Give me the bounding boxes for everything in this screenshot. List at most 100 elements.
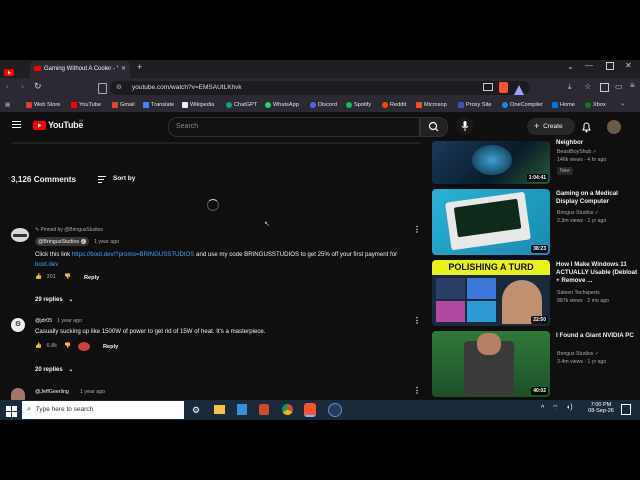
tray-overflow-icon[interactable]: ^ bbox=[541, 405, 544, 412]
chevron-down-icon: ⌄ bbox=[68, 297, 74, 303]
notifications-center-icon[interactable] bbox=[621, 404, 631, 415]
minimize-icon[interactable]: — bbox=[585, 61, 593, 70]
more-bookmarks-icon[interactable]: » bbox=[621, 98, 624, 112]
bookmark-onecompiler[interactable]: OneCompiler bbox=[502, 98, 543, 112]
video-title[interactable]: How I Make Windows 11 ACTUALLY Usable (D… bbox=[556, 261, 638, 286]
video-channel[interactable]: Bringus Studios ✓ bbox=[557, 210, 639, 217]
back-icon[interactable]: ‹ bbox=[6, 81, 9, 91]
brave-taskbar-icon[interactable] bbox=[304, 403, 316, 417]
comment-time[interactable]: 1 year ago bbox=[80, 389, 105, 395]
bootdev-link[interactable]: boot.dev bbox=[35, 261, 58, 268]
app-icon[interactable] bbox=[259, 404, 269, 415]
youtube-logo-icon[interactable] bbox=[33, 121, 46, 130]
tab-list-icon[interactable]: ⌄ bbox=[567, 62, 574, 71]
comment-text: Casually sucking up like 1500W of power … bbox=[35, 328, 266, 335]
search-input[interactable]: Search bbox=[168, 117, 420, 137]
reload-icon[interactable]: ↻ bbox=[34, 81, 42, 92]
site-info-icon[interactable]: ⚙ bbox=[116, 81, 122, 95]
youtube-tab-icon[interactable] bbox=[4, 64, 14, 76]
bookmark-whatsapp[interactable]: WhatsApp bbox=[265, 98, 299, 112]
video-title[interactable]: Neighbor bbox=[556, 139, 638, 147]
replies-toggle[interactable]: 29 replies ⌄ bbox=[35, 296, 73, 303]
comment-more-icon[interactable]: ⋮ bbox=[413, 386, 421, 395]
bookmark-home[interactable]: Home bbox=[552, 98, 575, 112]
extensions-icon[interactable]: ☆ bbox=[584, 82, 591, 91]
bookmark-microsoft[interactable]: Microsop bbox=[416, 98, 447, 112]
video-thumbnail[interactable]: 1:04:41 bbox=[432, 141, 550, 184]
video-thumbnail[interactable]: 38:23 bbox=[432, 189, 550, 255]
voice-search-button[interactable] bbox=[456, 117, 474, 135]
chrome-icon[interactable] bbox=[282, 404, 293, 415]
dislike-button[interactable]: 👎 bbox=[64, 274, 71, 280]
new-tab-button[interactable]: + bbox=[137, 62, 142, 72]
volume-icon[interactable]: ◖) bbox=[566, 404, 573, 411]
bookmark-reddit[interactable]: Reddit bbox=[382, 98, 406, 112]
sort-button[interactable]: Sort by bbox=[113, 175, 135, 182]
obs-icon[interactable] bbox=[328, 403, 342, 417]
taskbar-search-input[interactable]: ⌕ Type here to search bbox=[22, 401, 184, 419]
youtube-logo-text[interactable]: YouTube bbox=[48, 120, 83, 130]
promo-link[interactable]: https://boot.dev/?promo=BRINGUSSTUDIOS bbox=[72, 251, 194, 258]
clock-date: 08-Sep-26 bbox=[588, 408, 614, 414]
comment-avatar[interactable] bbox=[11, 228, 29, 242]
video-channel[interactable]: BeastBoyShub ✓ bbox=[557, 149, 639, 156]
video-thumbnail[interactable]: POLISHING A TURD 22:50 bbox=[432, 260, 550, 326]
like-button[interactable]: 👍 6.8k bbox=[35, 343, 57, 349]
bookmark-gmail[interactable]: Gmail bbox=[112, 98, 135, 112]
close-window-icon[interactable]: ✕ bbox=[625, 61, 632, 70]
create-button[interactable]: + Create bbox=[527, 118, 575, 135]
notifications-button[interactable] bbox=[581, 120, 592, 138]
comment-avatar[interactable] bbox=[11, 388, 25, 400]
wallet-icon[interactable]: ▭ bbox=[615, 82, 623, 91]
bookmark-youtube[interactable]: YouTube bbox=[71, 98, 101, 112]
notepad-icon[interactable] bbox=[237, 404, 247, 415]
tab-close-icon[interactable]: ✕ bbox=[121, 61, 126, 78]
comment-more-icon[interactable]: ⋮ bbox=[413, 225, 421, 234]
comment-author[interactable]: @JeffGeerling bbox=[35, 389, 69, 395]
video-title[interactable]: I Found a Giant NVIDIA PC bbox=[556, 332, 638, 340]
video-title[interactable]: Gaming on a Medical Display Computer bbox=[556, 190, 638, 206]
address-bar[interactable]: ⚙ youtube.com/watch?v=EMSAUtLKhvk bbox=[110, 81, 530, 95]
bookmark-chatgpt[interactable]: ChatGPT bbox=[226, 98, 257, 112]
replies-toggle[interactable]: 20 replies ⌄ bbox=[35, 366, 73, 373]
comment-author[interactable]: @jdr05 bbox=[35, 318, 52, 324]
reply-button[interactable]: Reply bbox=[84, 275, 99, 281]
like-button[interactable]: 👍 301 bbox=[35, 274, 56, 280]
comment-time[interactable]: 1 year ago bbox=[94, 239, 119, 245]
guide-menu-icon[interactable] bbox=[12, 121, 21, 128]
maximize-icon[interactable] bbox=[606, 62, 614, 70]
bookmark-proxy-site[interactable]: Proxy Site bbox=[458, 98, 492, 112]
brave-shields-icon[interactable] bbox=[499, 82, 508, 93]
apps-grid-icon[interactable]: ▦ bbox=[5, 98, 10, 112]
onecompiler-icon bbox=[502, 101, 508, 108]
bookmark-wikipedia[interactable]: Wikipedia bbox=[182, 98, 214, 112]
settings-gear-icon[interactable]: ⚙ bbox=[192, 405, 200, 416]
video-channel[interactable]: Saleen Techsperts bbox=[557, 290, 639, 297]
forward-icon[interactable]: › bbox=[21, 81, 24, 91]
comment-time[interactable]: 1 year ago bbox=[57, 318, 82, 324]
sidebar-toggle-icon[interactable] bbox=[600, 83, 609, 92]
video-channel[interactable]: Bringus Studios ✓ bbox=[557, 351, 639, 358]
bookmark-web-store[interactable]: Web Store bbox=[26, 98, 60, 112]
avatar[interactable] bbox=[607, 120, 621, 134]
video-thumbnail[interactable]: 40:02 bbox=[432, 331, 550, 397]
sort-icon[interactable] bbox=[98, 174, 106, 183]
browser-tab-active[interactable]: Gaming Without A Cooler - YouTub ✕ bbox=[30, 61, 130, 78]
bookmark-translate[interactable]: Translate bbox=[143, 98, 174, 112]
downloads-icon[interactable]: ⤓ bbox=[568, 82, 572, 92]
bookmark-spotify[interactable]: Spotify bbox=[346, 98, 371, 112]
menu-icon[interactable]: ≡ bbox=[630, 81, 635, 90]
wifi-icon[interactable]: ⌔ bbox=[552, 404, 559, 413]
comment-avatar[interactable]: ⚙ bbox=[11, 318, 25, 332]
bookmark-page-icon[interactable] bbox=[98, 83, 107, 94]
search-button[interactable] bbox=[420, 117, 448, 137]
reply-button[interactable]: Reply bbox=[103, 344, 118, 350]
comment-more-icon[interactable]: ⋮ bbox=[413, 316, 421, 325]
bookmark-xbox[interactable]: Xbox bbox=[585, 98, 606, 112]
file-explorer-icon[interactable] bbox=[214, 405, 225, 414]
dislike-button[interactable]: 👎 bbox=[64, 343, 71, 349]
comment-author-chip[interactable]: @BringusStudios ✓ bbox=[35, 237, 89, 246]
bookmark-discord[interactable]: Discord bbox=[310, 98, 337, 112]
install-app-icon[interactable] bbox=[483, 83, 493, 91]
clock[interactable]: 7:00 PM 08-Sep-26 bbox=[586, 402, 616, 414]
